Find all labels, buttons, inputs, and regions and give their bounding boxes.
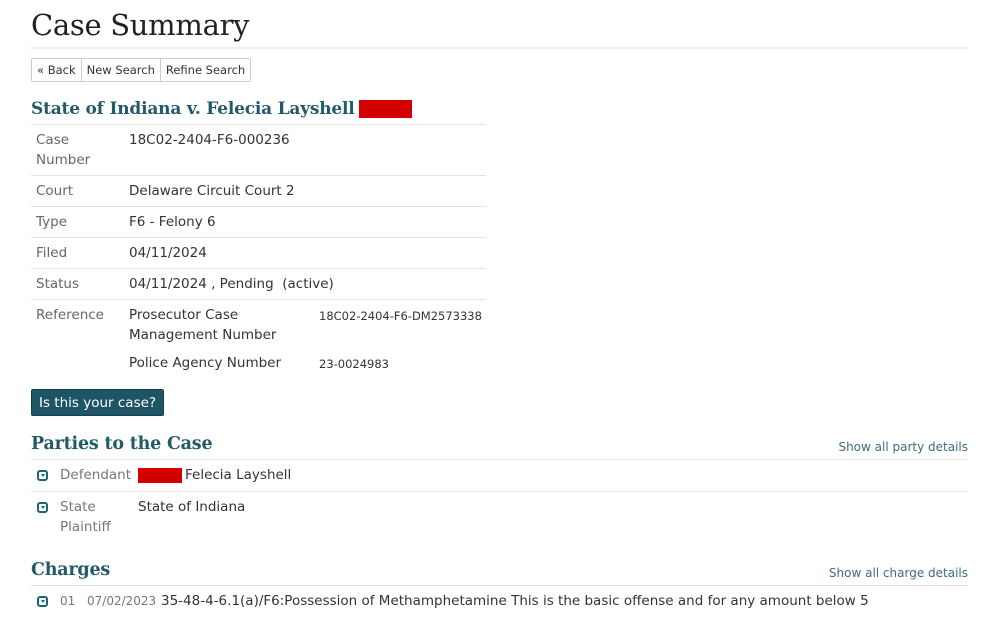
charges-heading: Charges [31,560,111,580]
case-heading-text: State of Indiana v. Felecia Layshell [31,99,355,119]
charge-date: 07/02/2023 [87,594,157,608]
case-heading: State of Indiana v. Felecia Layshell [31,99,412,119]
type-value: F6 - Felony 6 [129,214,216,230]
navigation-button-group: « Back New Search Refine Search [31,58,252,82]
charge-number: 01 [60,594,76,608]
parties-divider [31,459,968,460]
back-button[interactable]: « Back [32,59,82,81]
status-row: Status 04/11/2024 , Pending (active) [31,269,486,300]
show-all-party-details-link[interactable]: Show all party details [838,440,968,454]
police-agency-number-value: 23-0024983 [319,357,389,371]
court-row: Court Delaware Circuit Court 2 [31,176,486,207]
party-name: Felecia Layshell [138,465,291,485]
party-name-text: State of Indiana [138,499,246,515]
status-label: Status [36,276,80,292]
type-row: Type F6 - Felony 6 [31,207,486,238]
filed-row: Filed 04/11/2024 [31,238,486,269]
expand-icon[interactable] [37,470,48,481]
status-value: 04/11/2024 , Pending (active) [129,276,334,292]
filed-label: Filed [36,245,68,261]
parties-heading: Parties to the Case [31,434,213,454]
refine-search-button[interactable]: Refine Search [160,59,251,81]
court-value: Delaware Circuit Court 2 [129,183,295,199]
new-search-button[interactable]: New Search [81,59,161,81]
reference-row: Reference Prosecutor Case Management Num… [31,300,486,379]
filed-value: 04/11/2024 [129,245,207,261]
case-summary-table: Case Number 18C02-2404-F6-000236 Court D… [31,124,486,379]
party-row-divider [31,491,968,492]
page-title: Case Summary [31,8,250,42]
charge-description: 35-48-4-6.1(a)/F6:Possession of Methamph… [161,593,869,609]
redaction-box [138,467,182,483]
reference-list: Prosecutor Case Management Number 18C02-… [129,305,486,374]
party-row-defendant: Defendant Felecia Layshell [31,465,968,485]
police-agency-number-label: Police Agency Number [129,355,282,371]
reference-label: Reference [36,307,104,323]
case-number-value: 18C02-2404-F6-000236 [129,132,290,148]
case-number-row: Case Number 18C02-2404-F6-000236 [31,125,486,176]
case-summary-page: Case Summary « Back New Search Refine Se… [0,0,1000,625]
party-row-plaintiff: State Plaintiff State of Indiana [31,497,968,537]
is-this-your-case-button[interactable]: Is this your case? [31,389,165,416]
party-role: State Plaintiff [60,499,111,535]
charge-row: 01 07/02/2023 35-48-4-6.1(a)/F6:Possessi… [31,591,991,611]
party-role: Defendant [60,467,132,483]
prosecutor-case-number-value: 18C02-2404-F6-DM2573338 [319,309,482,323]
prosecutor-case-number-label: Prosecutor Case Management Number [129,307,277,343]
show-all-charge-details-link[interactable]: Show all charge details [829,566,968,580]
court-label: Court [36,183,74,199]
title-divider [31,47,968,49]
party-name-text: Felecia Layshell [185,467,292,483]
charges-divider [31,585,968,586]
redaction-box [358,100,412,118]
case-number-label: Case Number [36,132,91,168]
expand-icon[interactable] [37,502,48,513]
type-label: Type [36,214,68,230]
expand-icon[interactable] [37,596,48,607]
